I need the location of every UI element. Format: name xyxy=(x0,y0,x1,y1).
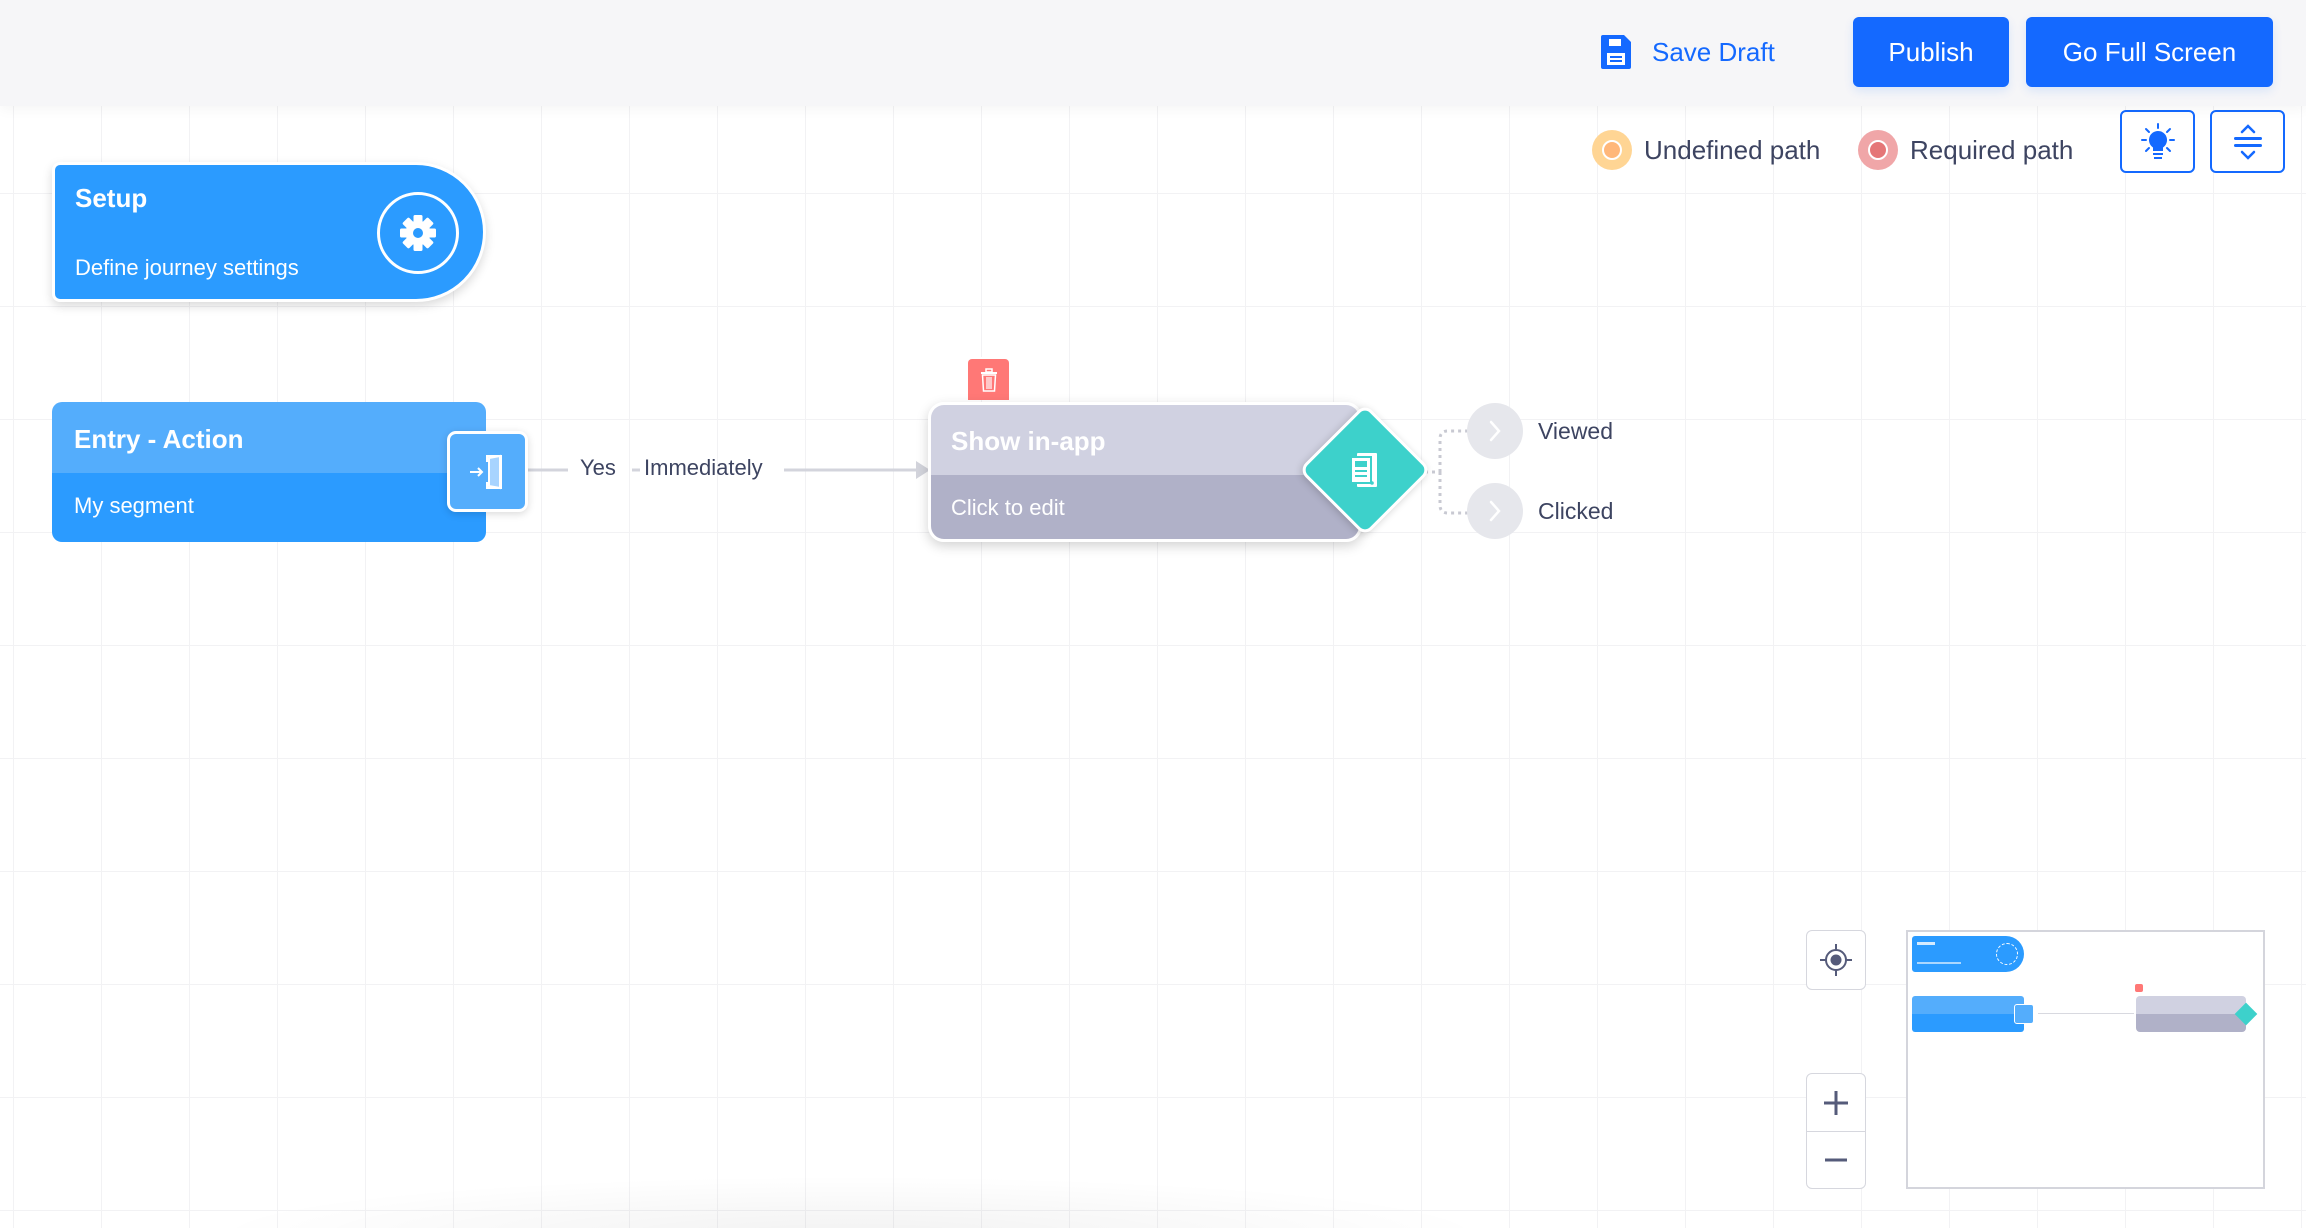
save-draft-button[interactable]: Save Draft xyxy=(1600,32,1775,72)
legend-label: Required path xyxy=(1910,134,2074,165)
entry-node-subtitle: My segment xyxy=(74,493,194,518)
zoom-out-button[interactable] xyxy=(1807,1131,1865,1188)
trash-icon xyxy=(980,367,997,392)
branch-viewed-button[interactable] xyxy=(1467,403,1523,459)
chevron-right-icon xyxy=(1489,500,1501,522)
legend-label: Undefined path xyxy=(1644,134,1821,165)
in-app-node-subtitle: Click to edit xyxy=(951,495,1065,520)
zoom-in-button[interactable] xyxy=(1807,1074,1865,1131)
tips-button[interactable] xyxy=(2120,110,2195,173)
entry-action-node[interactable]: Entry - Action My segment xyxy=(52,402,486,542)
branch-clicked-button[interactable] xyxy=(1467,483,1523,539)
minus-icon xyxy=(1825,1158,1847,1162)
setup-node-title: Setup xyxy=(75,183,148,213)
lightbulb-icon xyxy=(2140,122,2175,159)
legend-required-path: Required path xyxy=(1858,130,2073,170)
legend-undefined-path: Undefined path xyxy=(1592,130,1820,170)
expand-collapse-button[interactable] xyxy=(2210,110,2285,173)
setup-node[interactable]: Setup Define journey settings xyxy=(52,162,486,302)
publish-button[interactable]: Publish xyxy=(1853,17,2009,87)
recenter-button[interactable] xyxy=(1806,930,1866,990)
minimap-entry-connector xyxy=(2014,1004,2034,1024)
branch-viewed-label: Viewed xyxy=(1538,418,1614,444)
minimap-trash xyxy=(2135,984,2143,992)
chevron-right-icon xyxy=(1489,420,1501,442)
go-full-screen-button[interactable]: Go Full Screen xyxy=(2026,17,2273,87)
in-app-node-body: Click to edit xyxy=(931,475,1359,539)
edge-timing-label[interactable]: Immediately xyxy=(644,455,763,481)
zoom-controls xyxy=(1806,1073,1866,1189)
entry-node-header: Entry - Action xyxy=(52,402,486,473)
minimap-entry-node xyxy=(1912,996,2024,1032)
required-path-dot-icon xyxy=(1858,130,1898,170)
expand-collapse-icon xyxy=(2233,123,2262,160)
setup-node-subtitle: Define journey settings xyxy=(75,255,299,280)
in-app-message-icon xyxy=(1350,453,1377,487)
entry-node-title: Entry - Action xyxy=(74,424,244,454)
top-header: Save Draft Publish Go Full Screen xyxy=(0,0,2306,106)
in-app-node-header: Show in-app xyxy=(931,405,1359,475)
bottom-shadow xyxy=(200,1175,1500,1228)
show-in-app-node[interactable]: Show in-app Click to edit xyxy=(928,402,1362,542)
minimap-edge xyxy=(2038,1013,2134,1014)
minimap[interactable] xyxy=(1906,930,2265,1189)
save-draft-label: Save Draft xyxy=(1652,36,1775,67)
crosshair-icon xyxy=(1820,944,1852,976)
plus-icon xyxy=(1824,1090,1848,1115)
edge-condition-label[interactable]: Yes xyxy=(580,455,616,481)
minimap-in-app-node xyxy=(2136,996,2246,1032)
gear-icon xyxy=(400,215,436,251)
in-app-node-title: Show in-app xyxy=(951,426,1106,456)
setup-settings-button[interactable] xyxy=(377,192,459,274)
branch-clicked-label: Clicked xyxy=(1538,498,1614,524)
entry-door-icon xyxy=(469,454,502,489)
floppy-disk-icon xyxy=(1601,35,1631,69)
entry-node-connector[interactable] xyxy=(447,431,528,512)
minimap-setup-node xyxy=(1912,936,2024,972)
entry-node-body: My segment xyxy=(52,473,486,542)
undefined-path-dot-icon xyxy=(1592,130,1632,170)
delete-node-button[interactable] xyxy=(966,357,1011,400)
